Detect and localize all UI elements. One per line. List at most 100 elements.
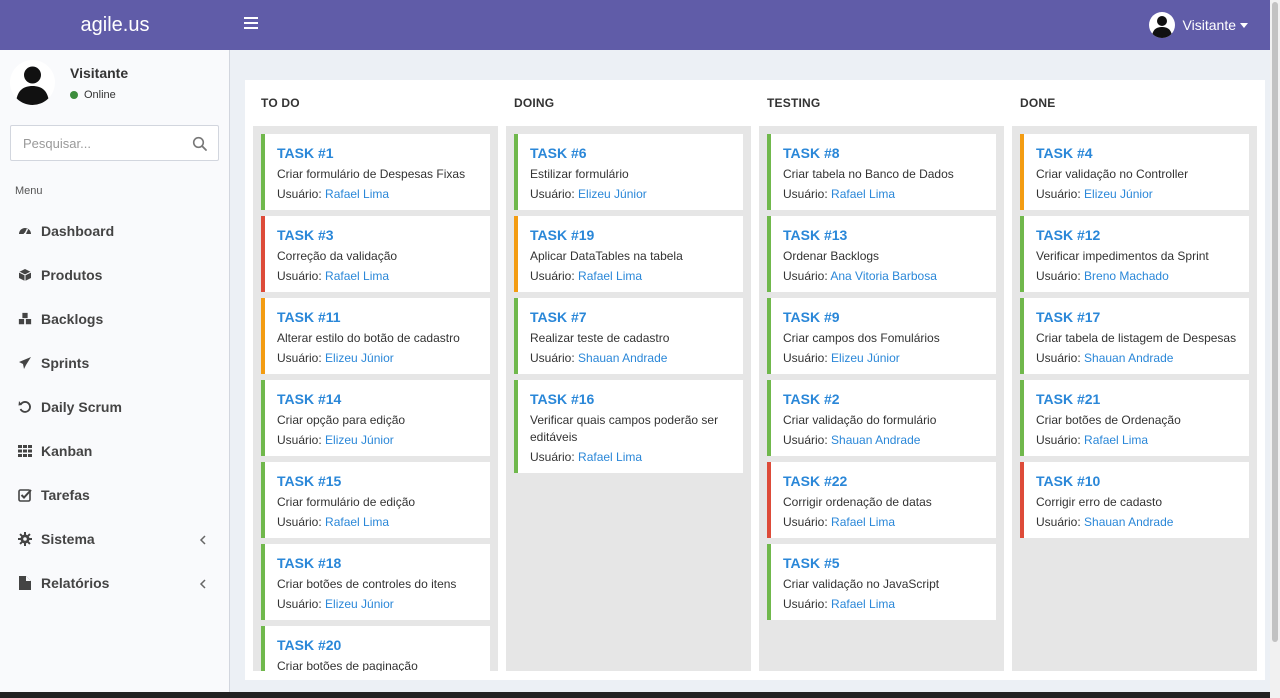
task-name-link[interactable]: TASK #14 (277, 392, 490, 406)
task-card[interactable]: TASK #19 Aplicar DataTables na tabela Us… (514, 216, 743, 292)
task-name-link[interactable]: TASK #4 (1036, 146, 1249, 160)
task-user-link[interactable]: Rafael Lima (325, 515, 389, 529)
task-user-link[interactable]: Shauan Andrade (831, 433, 920, 447)
task-card[interactable]: TASK #16 Verificar quais campos poderão … (514, 380, 743, 473)
sidebar-item-tarefas[interactable]: Tarefas (0, 473, 229, 517)
task-card[interactable]: TASK #9 Criar campos dos Fomulários Usuá… (767, 298, 996, 374)
task-card[interactable]: TASK #2 Criar validação do formulário Us… (767, 380, 996, 456)
task-user: Usuário: Elizeu Júnior (277, 432, 490, 448)
task-name-link[interactable]: TASK #2 (783, 392, 996, 406)
page-scrollbar[interactable] (1270, 0, 1280, 698)
task-card[interactable]: TASK #20 Criar botões de paginação (261, 626, 490, 671)
task-name-link[interactable]: TASK #7 (530, 310, 743, 324)
task-name-link[interactable]: TASK #5 (783, 556, 996, 570)
task-card[interactable]: TASK #12 Verificar impedimentos da Sprin… (1020, 216, 1249, 292)
task-description: Verificar impedimentos da Sprint (1036, 249, 1209, 263)
task-user-link[interactable]: Shauan Andrade (1084, 351, 1173, 365)
task-name-link[interactable]: TASK #6 (530, 146, 743, 160)
task-name-link[interactable]: TASK #8 (783, 146, 996, 160)
task-name-link[interactable]: TASK #18 (277, 556, 490, 570)
task-name-link[interactable]: TASK #3 (277, 228, 490, 242)
sidebar-item-label: Sprints (41, 355, 90, 371)
task-card[interactable]: TASK #18 Criar botões de controles do it… (261, 544, 490, 620)
sidebar-item-sistema[interactable]: Sistema (0, 517, 229, 561)
task-name-link[interactable]: TASK #20 (277, 638, 490, 652)
task-card[interactable]: TASK #3 Correção da validação Usuário: R… (261, 216, 490, 292)
task-user-link[interactable]: Elizeu Júnior (325, 351, 394, 365)
task-card[interactable]: TASK #6 Estilizar formulário Usuário: El… (514, 134, 743, 210)
task-user-link[interactable]: Elizeu Júnior (325, 433, 394, 447)
task-card[interactable]: TASK #7 Realizar teste de cadastro Usuár… (514, 298, 743, 374)
task-user-prefix: Usuário: (277, 269, 322, 283)
undo-icon (18, 400, 32, 414)
sidebar-item-backlogs[interactable]: Backlogs (0, 297, 229, 341)
task-card[interactable]: TASK #21 Criar botões de Ordenação Usuár… (1020, 380, 1249, 456)
column-doing: TASK #6 Estilizar formulário Usuário: El… (506, 126, 751, 671)
gear-icon (18, 532, 32, 546)
task-name-link[interactable]: TASK #11 (277, 310, 490, 324)
task-user-link[interactable]: Elizeu Júnior (578, 187, 647, 201)
user-menu-dropdown[interactable]: Visitante (1148, 12, 1248, 38)
task-user-link[interactable]: Rafael Lima (325, 269, 389, 283)
task-name-link[interactable]: TASK #16 (530, 392, 743, 406)
task-name-link[interactable]: TASK #13 (783, 228, 996, 242)
task-card[interactable]: TASK #15 Criar formulário de edição Usuá… (261, 462, 490, 538)
task-user-link[interactable]: Elizeu Júnior (325, 597, 394, 611)
scrollbar-thumb[interactable] (1272, 2, 1278, 642)
task-user-link[interactable]: Rafael Lima (831, 187, 895, 201)
sidebar-item-produtos[interactable]: Produtos (0, 253, 229, 297)
search-icon[interactable] (192, 136, 208, 152)
task-description: Criar botões de controles do itens (277, 577, 457, 591)
task-card[interactable]: TASK #8 Criar tabela no Banco de Dados U… (767, 134, 996, 210)
task-name-link[interactable]: TASK #22 (783, 474, 996, 488)
task-card[interactable]: TASK #4 Criar validação no Controller Us… (1020, 134, 1249, 210)
sidebar-item-relatorios[interactable]: Relatórios (0, 561, 229, 605)
app-logo[interactable]: agile.us (0, 0, 230, 50)
task-description: Realizar teste de cadastro (530, 331, 670, 345)
task-card[interactable]: TASK #10 Corrigir erro de cadasto Usuári… (1020, 462, 1249, 538)
task-name-link[interactable]: TASK #17 (1036, 310, 1249, 324)
task-card[interactable]: TASK #5 Criar validação no JavaScript Us… (767, 544, 996, 620)
task-user: Usuário: Shauan Andrade (1036, 514, 1249, 530)
task-card[interactable]: TASK #17 Criar tabela de listagem de Des… (1020, 298, 1249, 374)
task-user-prefix: Usuário: (783, 269, 828, 283)
sidebar-item-daily-scrum[interactable]: Daily Scrum (0, 385, 229, 429)
task-user-prefix: Usuário: (530, 450, 575, 464)
task-card[interactable]: TASK #22 Corrigir ordenação de datas Usu… (767, 462, 996, 538)
task-name-link[interactable]: TASK #1 (277, 146, 490, 160)
task-user-link[interactable]: Ana Vitoria Barbosa (830, 269, 937, 283)
search-input[interactable] (11, 126, 186, 160)
task-card[interactable]: TASK #13 Ordenar Backlogs Usuário: Ana V… (767, 216, 996, 292)
task-user: Usuário: Shauan Andrade (1036, 350, 1249, 366)
task-name-link[interactable]: TASK #19 (530, 228, 743, 242)
task-user: Usuário: Rafael Lima (277, 186, 490, 202)
task-name-link[interactable]: TASK #9 (783, 310, 996, 324)
task-card[interactable]: TASK #1 Criar formulário de Despesas Fix… (261, 134, 490, 210)
task-user-link[interactable]: Elizeu Júnior (831, 351, 900, 365)
task-name-link[interactable]: TASK #12 (1036, 228, 1249, 242)
sidebar-toggle-icon[interactable] (244, 17, 258, 31)
task-user-link[interactable]: Rafael Lima (1084, 433, 1148, 447)
task-user-link[interactable]: Shauan Andrade (1084, 515, 1173, 529)
task-user: Usuário: Rafael Lima (530, 268, 743, 284)
task-user-link[interactable]: Breno Machado (1084, 269, 1169, 283)
task-user-link[interactable]: Rafael Lima (831, 597, 895, 611)
task-card[interactable]: TASK #11 Alterar estilo do botão de cada… (261, 298, 490, 374)
window-bottom-edge (0, 692, 1270, 698)
task-user-link[interactable]: Shauan Andrade (578, 351, 667, 365)
task-user: Usuário: Elizeu Júnior (277, 350, 490, 366)
sidebar-item-kanban[interactable]: Kanban (0, 429, 229, 473)
task-user: Usuário: Elizeu Júnior (783, 350, 996, 366)
task-user-link[interactable]: Rafael Lima (831, 515, 895, 529)
task-user-link[interactable]: Rafael Lima (578, 450, 642, 464)
task-user-link[interactable]: Elizeu Júnior (1084, 187, 1153, 201)
task-name-link[interactable]: TASK #21 (1036, 392, 1249, 406)
sidebar-item-sprints[interactable]: Sprints (0, 341, 229, 385)
task-user-link[interactable]: Rafael Lima (578, 269, 642, 283)
task-name-link[interactable]: TASK #15 (277, 474, 490, 488)
sidebar-item-dashboard[interactable]: Dashboard (0, 209, 229, 253)
task-user-prefix: Usuário: (277, 597, 322, 611)
task-user-link[interactable]: Rafael Lima (325, 187, 389, 201)
task-name-link[interactable]: TASK #10 (1036, 474, 1249, 488)
task-card[interactable]: TASK #14 Criar opção para edição Usuário… (261, 380, 490, 456)
